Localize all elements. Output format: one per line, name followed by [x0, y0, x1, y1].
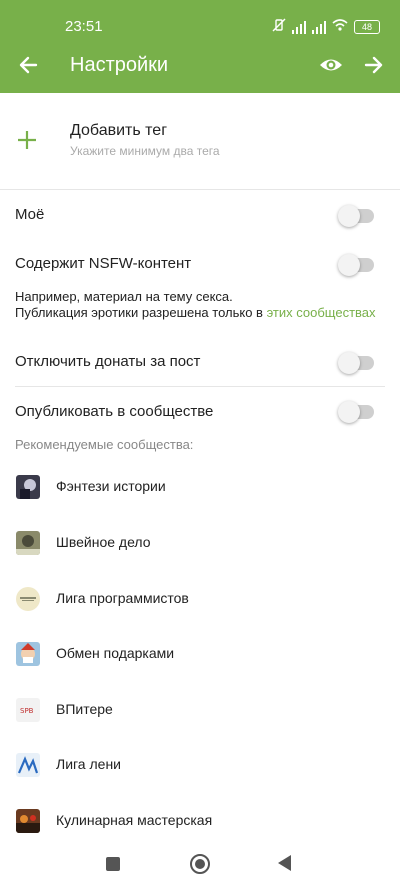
community-name: ВПитере	[56, 701, 113, 717]
community-name: Швейное дело	[56, 534, 151, 550]
wifi-icon	[332, 19, 348, 34]
community-name: Лига программистов	[56, 590, 189, 606]
nsfw-note-line2: Публикация эротики разрешена только в эт…	[15, 305, 400, 321]
nsfw-note-text: Публикация эротики разрешена только в	[15, 305, 267, 320]
app-bar: Настройки	[0, 40, 400, 93]
add-tag-row[interactable]: Добавить тег Укажите минимум два тега	[0, 93, 400, 190]
community-item[interactable]: Фэнтези истории	[0, 465, 400, 509]
community-avatar	[16, 531, 40, 555]
divider	[15, 386, 385, 387]
eye-icon[interactable]	[318, 54, 344, 76]
home-icon[interactable]	[190, 854, 210, 874]
page-title: Настройки	[70, 54, 169, 76]
community-name: Кулинарная мастерская	[56, 812, 213, 828]
setting-donations-label: Отключить донаты за пост	[15, 353, 201, 370]
mine-toggle[interactable]	[338, 205, 374, 227]
setting-publish-community-label: Опубликовать в сообществе	[15, 403, 214, 420]
setting-publish-community: Опубликовать в сообществе	[0, 392, 400, 430]
system-nav-bar	[0, 841, 400, 889]
community-avatar	[16, 587, 40, 611]
community-item[interactable]: Лига лени	[0, 743, 400, 787]
community-name: Фэнтези истории	[56, 478, 166, 494]
setting-nsfw: Содержит NSFW-контент	[0, 245, 400, 283]
vibrate-off-icon	[272, 18, 286, 35]
community-item[interactable]: Кулинарная мастерская	[0, 799, 400, 843]
community-avatar: SPB	[16, 698, 40, 722]
community-avatar	[16, 475, 40, 499]
top-bar: 23:51 48 Настройки	[0, 0, 400, 93]
add-tag-label: Добавить тег	[70, 122, 168, 139]
community-item[interactable]: Швейное дело	[0, 521, 400, 565]
signal-icon-2	[312, 20, 326, 34]
arrow-right-icon[interactable]	[360, 52, 386, 78]
plus-icon	[16, 129, 38, 151]
nsfw-toggle[interactable]	[338, 254, 374, 276]
community-item[interactable]: SPB ВПитере	[0, 688, 400, 732]
status-icons: 48	[272, 18, 380, 35]
nsfw-note: Например, материал на тему секса. Публик…	[15, 289, 400, 321]
recommended-title: Рекомендуемые сообщества:	[15, 437, 194, 452]
svg-text:SPB: SPB	[20, 707, 34, 715]
community-avatar	[16, 753, 40, 777]
community-avatar	[16, 642, 40, 666]
battery-icon: 48	[354, 19, 380, 34]
nsfw-note-line1: Например, материал на тему секса.	[15, 289, 233, 304]
nsfw-communities-link[interactable]: этих сообществах	[267, 305, 376, 320]
recent-apps-icon[interactable]	[106, 857, 120, 871]
setting-donations: Отключить донаты за пост	[0, 343, 400, 381]
back-triangle-icon[interactable]	[278, 855, 291, 871]
community-item[interactable]: Обмен подарками	[0, 632, 400, 676]
community-item[interactable]: Лига программистов	[0, 577, 400, 621]
status-bar: 23:51 48	[0, 0, 400, 40]
publish-community-toggle[interactable]	[338, 401, 374, 423]
add-tag-hint: Укажите минимум два тега	[70, 144, 220, 158]
donations-toggle[interactable]	[338, 352, 374, 374]
signal-icon	[292, 20, 306, 34]
setting-mine: Моё	[0, 196, 400, 234]
setting-mine-label: Моё	[15, 206, 45, 223]
status-time: 23:51	[65, 18, 103, 35]
community-name: Лига лени	[56, 756, 121, 772]
community-avatar	[16, 809, 40, 833]
setting-nsfw-label: Содержит NSFW-контент	[15, 255, 192, 272]
arrow-left-icon[interactable]	[16, 52, 42, 78]
community-name: Обмен подарками	[56, 645, 175, 661]
